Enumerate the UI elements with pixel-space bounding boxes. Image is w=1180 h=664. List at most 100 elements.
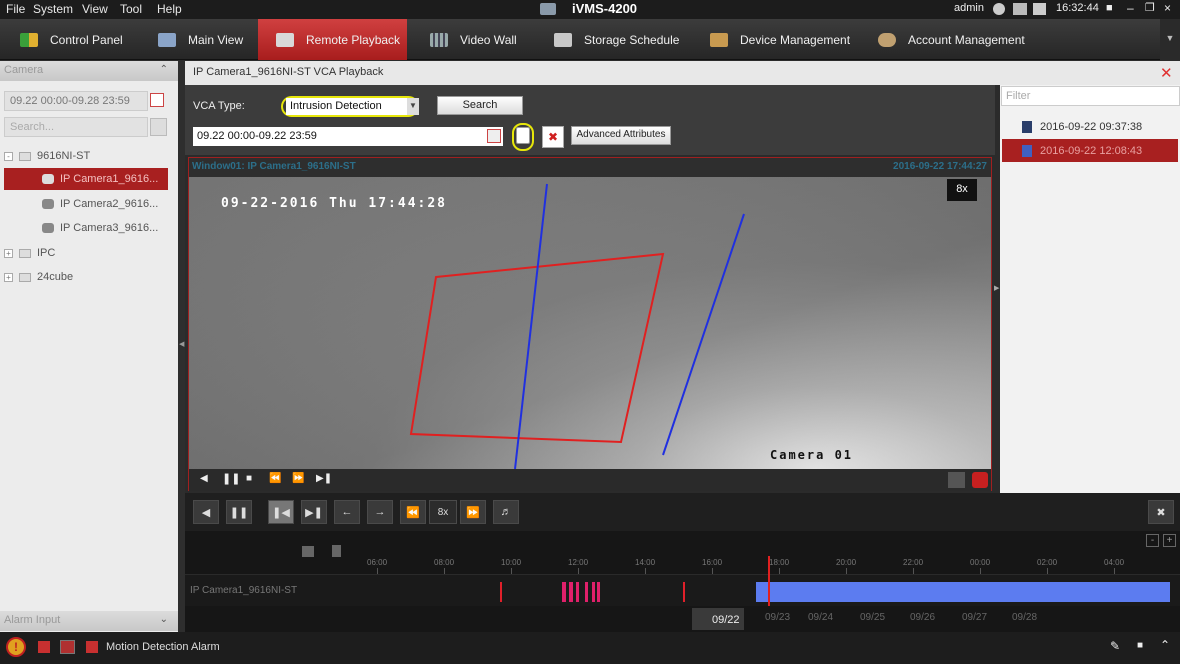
zoom-out-icon[interactable]: - (1146, 534, 1159, 547)
date-chip[interactable]: 09/23 (765, 612, 790, 623)
alarm-input-header[interactable]: Alarm Input ⌄ (0, 611, 178, 631)
chevron-down-icon[interactable]: ▼ (407, 98, 419, 115)
volume-button[interactable]: ♬ (493, 500, 519, 524)
fast-button[interactable]: ⏩ (460, 500, 486, 524)
close-playback-icon[interactable]: ✕ (1160, 64, 1173, 82)
camera-icon (42, 223, 54, 233)
tree-group-24cube[interactable]: + 24cube (4, 266, 73, 288)
date-chip[interactable]: 09/25 (860, 612, 885, 623)
event-marker (500, 582, 502, 602)
previous-segment-button[interactable]: ← (334, 500, 360, 524)
bookmark-icon[interactable] (332, 545, 341, 557)
video-frame[interactable]: 09-22-2016 Thu 17:44:28 Camera 01 8x (189, 177, 991, 469)
window-icon[interactable]: ■ (1137, 640, 1143, 651)
tab-account-management[interactable]: Account Management (868, 19, 1028, 60)
minimize-icon[interactable]: – (1127, 1, 1134, 15)
date-chip[interactable]: 09/28 (1012, 612, 1037, 623)
pause-icon[interactable]: ❚❚ (222, 472, 240, 485)
filter-input[interactable]: Filter (1001, 86, 1180, 106)
record-item[interactable]: 2016-09-22 09:37:38 (1002, 115, 1178, 138)
module-tab-bar: Control Panel Main View Remote Playback … (0, 19, 1180, 60)
fullscreen-button[interactable]: ✖ (1148, 500, 1174, 524)
frame-icon[interactable]: ▶❚ (316, 473, 332, 484)
reverse-play-button[interactable]: ◀ (193, 500, 219, 524)
camera-search-input[interactable]: Search... (4, 117, 148, 137)
motion-icon[interactable] (86, 641, 98, 653)
record-item-selected[interactable]: 2016-09-22 12:08:43 (1002, 139, 1178, 162)
date-chip[interactable]: 09/24 (808, 612, 833, 623)
tripwire-line-2 (662, 213, 745, 456)
single-frame-forward-button[interactable]: ▶❚ (301, 500, 327, 524)
menu-file[interactable]: File (6, 2, 25, 16)
tree-camera-2[interactable]: IP Camera2_9616... (42, 193, 158, 215)
stop-icon[interactable]: ■ (246, 473, 252, 484)
tab-main-view[interactable]: Main View (140, 19, 256, 60)
reverse-icon[interactable]: ◀ (200, 473, 208, 484)
close-window-icon[interactable]: × (1164, 1, 1171, 15)
capture-icon[interactable] (948, 472, 965, 488)
tree-group-ipc[interactable]: + IPC (4, 242, 55, 264)
date-chip[interactable]: 09/22 (712, 614, 740, 626)
alarm-list-icon[interactable] (60, 640, 75, 654)
lock-file-icon[interactable] (516, 127, 530, 144)
expand-icon[interactable]: ⌄ (160, 614, 168, 625)
pin-icon[interactable]: ✎ (1110, 639, 1120, 653)
expand-node-icon[interactable]: + (4, 272, 13, 282)
zoom-in-icon[interactable]: + (1163, 534, 1176, 547)
date-chip[interactable]: 09/26 (910, 612, 935, 623)
calendar-icon[interactable] (150, 93, 164, 107)
tab-storage-schedule[interactable]: Storage Schedule (540, 19, 690, 60)
alarm-sound-icon[interactable] (38, 641, 50, 653)
tab-remote-playback[interactable]: Remote Playback (258, 19, 407, 60)
globe-icon[interactable] (993, 3, 1005, 15)
vca-type-select[interactable]: Intrusion Detection (286, 98, 418, 115)
camera-icon (42, 174, 54, 184)
collapse-icon[interactable]: ⌃ (160, 64, 168, 75)
tab-control-panel[interactable]: Control Panel (0, 19, 140, 60)
restore-icon[interactable]: ❐ (1145, 1, 1155, 14)
download-icon[interactable] (302, 546, 314, 557)
window-control-bar: ◀ ❚❚ ■ ⏪ ⏩ ▶❚ (189, 469, 991, 491)
tab-device-management[interactable]: Device Management (700, 19, 860, 60)
calendar-icon[interactable] (1033, 3, 1046, 15)
pause-button[interactable]: ❚❚ (226, 500, 252, 524)
collapse-node-icon[interactable]: - (4, 151, 13, 161)
date-range-field[interactable]: 09.22 00:00-09.28 23:59 (4, 91, 148, 111)
search-icon[interactable] (150, 118, 167, 136)
lock-icon[interactable]: ■ (1106, 2, 1113, 14)
camera-icon (42, 199, 54, 209)
playback-title-bar: IP Camera1_9616NI-ST VCA Playback (185, 61, 1180, 85)
camera-panel-header[interactable]: Camera ⌃ (0, 61, 178, 81)
delete-icon[interactable]: ✖ (542, 126, 564, 148)
time-range-field[interactable]: 09.22 00:00-09.22 23:59 (193, 127, 503, 146)
record-segment[interactable] (756, 582, 1170, 602)
search-button[interactable]: Search (437, 96, 523, 115)
tab-video-wall[interactable]: Video Wall (410, 19, 532, 60)
advanced-attributes-button[interactable]: Advanced Attributes (571, 126, 671, 145)
next-segment-button[interactable]: → (367, 500, 393, 524)
tree-camera-1[interactable]: IP Camera1_9616... (4, 168, 168, 190)
playhead-cursor[interactable] (768, 556, 770, 606)
menu-view[interactable]: View (82, 2, 108, 16)
single-frame-back-button[interactable]: ❚◀ (268, 500, 294, 524)
alarm-warning-icon[interactable]: ! (6, 637, 26, 657)
collapse-left-icon[interactable]: ◀ (179, 340, 184, 348)
calendar-icon[interactable] (487, 129, 501, 143)
collapse-right-icon[interactable]: ▶ (994, 284, 999, 292)
tree-device[interactable]: - 9616NI-ST (4, 145, 90, 167)
record-icon[interactable] (972, 472, 988, 488)
slow-icon[interactable]: ⏪ (269, 473, 281, 484)
menu-tool[interactable]: Tool (120, 2, 142, 16)
menu-help[interactable]: Help (157, 2, 182, 16)
event-marker (569, 582, 573, 602)
menu-system[interactable]: System (33, 2, 73, 16)
timeline-tick-label: 06:00 (367, 558, 388, 567)
slow-button[interactable]: ⏪ (400, 500, 426, 524)
date-chip[interactable]: 09/27 (962, 612, 987, 623)
tab-overflow-button[interactable]: ▼ (1160, 19, 1180, 60)
fast-icon[interactable]: ⏩ (292, 473, 304, 484)
keyboard-icon[interactable] (1013, 3, 1027, 15)
expand-up-icon[interactable]: ⌃ (1160, 638, 1170, 652)
tree-camera-3[interactable]: IP Camera3_9616... (42, 217, 158, 239)
expand-node-icon[interactable]: + (4, 248, 13, 258)
